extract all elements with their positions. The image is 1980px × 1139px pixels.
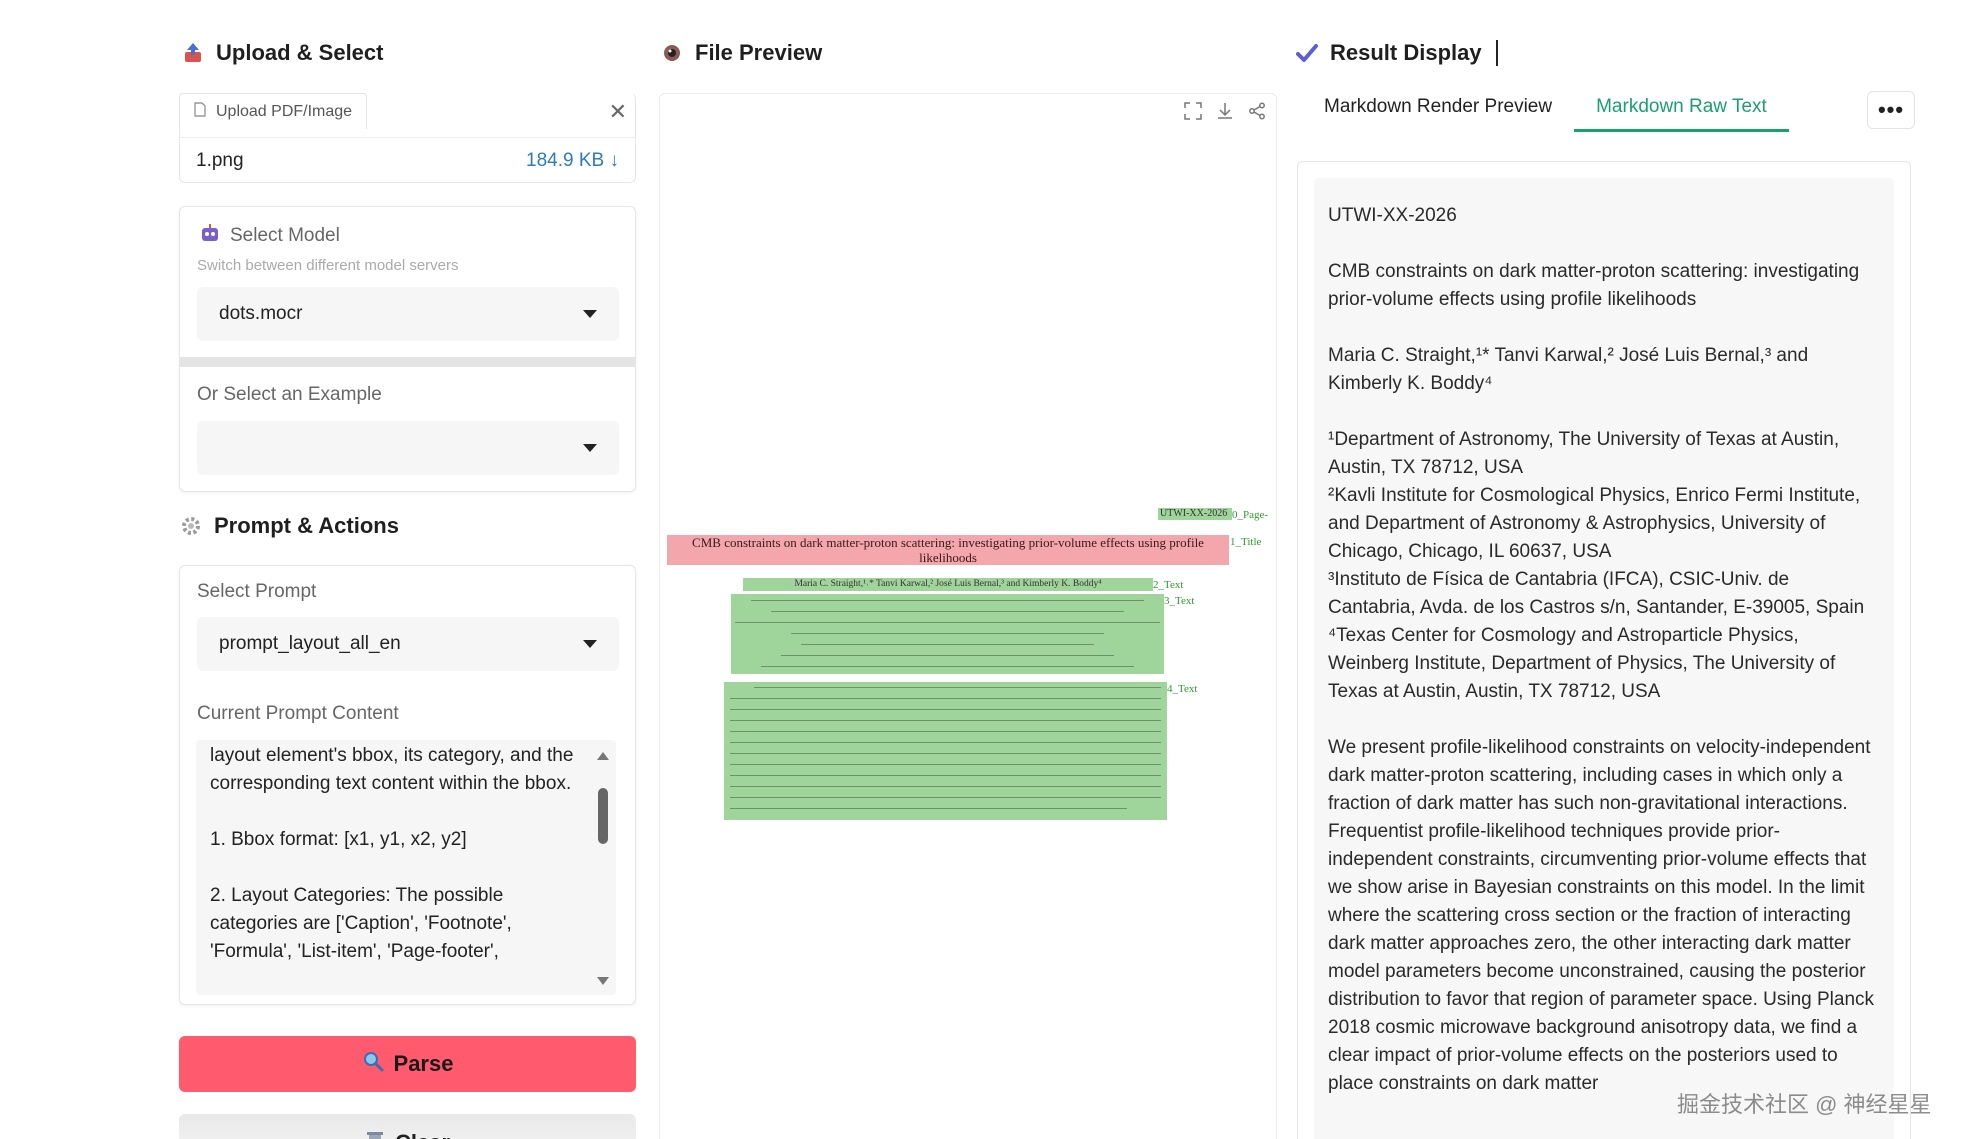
result-affiliation-3: ³Instituto de Física de Cantabria (IFCA)… [1328, 569, 1865, 618]
result-section-title: Result Display [1296, 40, 1498, 66]
layout-box-title-text: CMB constraints on dark matter-proton sc… [692, 535, 1204, 565]
file-name: 1.png [196, 149, 244, 171]
chevron-down-icon [583, 444, 597, 452]
result-title: CMB constraints on dark matter-proton sc… [1328, 261, 1860, 310]
select-model-label: Select Model [230, 224, 340, 246]
upload-section-title: Upload & Select [182, 40, 383, 66]
preview-section-title: File Preview [661, 40, 822, 66]
robot-icon [200, 223, 220, 248]
upload-tab[interactable]: Upload PDF/Image [179, 93, 368, 129]
layout-box-affiliations [731, 594, 1164, 674]
scroll-down-icon[interactable] [597, 977, 609, 985]
layout-box-page-header-text: UTWI-XX-2026 [1160, 508, 1228, 519]
result-authors: Maria C. Straight,¹* Tanvi Karwal,² José… [1328, 345, 1809, 394]
prompt-section-title: Prompt & Actions [180, 513, 399, 539]
model-card: Select Model Switch between different mo… [179, 206, 636, 492]
result-panel: UTWI-XX-2026 CMB constraints on dark mat… [1297, 161, 1911, 1139]
text-cursor [1495, 40, 1498, 66]
checkmark-icon [1296, 42, 1318, 64]
parse-button-label: Parse [393, 1051, 454, 1076]
watermark: 掘金技术社区 @ 神经星星 [1677, 1092, 1932, 1117]
prompt-content-label: Current Prompt Content [197, 703, 399, 724]
more-options-button[interactable]: ••• [1867, 91, 1915, 129]
prompt-section-title-text: Prompt & Actions [214, 513, 399, 538]
file-icon [194, 101, 206, 122]
divider [180, 357, 635, 367]
example-dropdown[interactable] [197, 421, 619, 475]
layout-box-authors: Maria C. Straight,¹˒* Tanvi Karwal,² Jos… [743, 578, 1153, 591]
scroll-up-icon[interactable] [597, 752, 609, 760]
markdown-raw-text-area[interactable]: UTWI-XX-2026 CMB constraints on dark mat… [1314, 178, 1894, 1139]
uploaded-file-row[interactable]: 1.png 184.9 KB ↓ [180, 137, 635, 183]
layout-box-page-header: UTWI-XX-2026 [1158, 508, 1232, 520]
layout-box-authors-text: Maria C. Straight,¹˒* Tanvi Karwal,² Jos… [794, 579, 1102, 589]
result-tabs: Markdown Render Preview Markdown Raw Tex… [1302, 90, 1789, 132]
layout-label-abstract: 4_Text [1167, 683, 1198, 695]
result-section-title-text: Result Display [1330, 40, 1482, 65]
chevron-down-icon [583, 310, 597, 318]
share-icon[interactable] [1246, 100, 1268, 122]
example-label: Or Select an Example [197, 384, 382, 405]
close-icon[interactable]: ✕ [609, 99, 627, 125]
tab-markdown-render-preview[interactable]: Markdown Render Preview [1302, 90, 1574, 132]
chevron-down-icon [583, 640, 597, 648]
upload-section-title-text: Upload & Select [216, 40, 384, 65]
prompt-content-textarea[interactable]: layout element's bbox, its category, and… [196, 740, 616, 995]
select-prompt-label: Select Prompt [197, 581, 317, 602]
clear-button[interactable]: Clear [179, 1114, 636, 1139]
layout-box-title: CMB constraints on dark matter-proton sc… [667, 535, 1229, 565]
preview-toolbar [1182, 100, 1268, 122]
upload-tab-label: Upload PDF/Image [216, 102, 353, 120]
prompt-dropdown[interactable]: prompt_layout_all_en [197, 617, 619, 671]
layout-label-authors: 2_Text [1153, 579, 1184, 591]
layout-label-page: 0_Page- [1232, 509, 1269, 521]
upload-icon [182, 42, 204, 64]
result-affiliation-1: ¹Department of Astronomy, The University… [1328, 429, 1840, 478]
result-abstract: We present profile-likelihood constraint… [1328, 737, 1875, 1094]
eye-icon [661, 42, 683, 64]
layout-label-affiliations: 3_Text [1164, 595, 1195, 607]
scroll-thumb[interactable] [598, 788, 608, 844]
download-icon[interactable] [1214, 100, 1236, 122]
parse-button[interactable]: Parse [179, 1036, 636, 1092]
preview-section-title-text: File Preview [695, 40, 823, 65]
prompt-content-text: layout element's bbox, its category, and… [210, 745, 574, 962]
clear-button-label: Clear [395, 1130, 450, 1139]
gear-icon [180, 515, 202, 537]
tab-markdown-raw-text[interactable]: Markdown Raw Text [1574, 90, 1789, 132]
layout-label-title: 1_Title [1230, 536, 1262, 548]
prompt-scrollbar[interactable] [596, 740, 610, 995]
result-affiliation-2: ²Kavli Institute for Cosmological Physic… [1328, 485, 1861, 562]
result-affiliation-4: ⁴Texas Center for Cosmology and Astropar… [1328, 625, 1836, 702]
layout-box-abstract [724, 682, 1167, 820]
model-dropdown[interactable]: dots.mocr [197, 287, 619, 341]
trash-icon [365, 1130, 385, 1139]
file-size-download-link[interactable]: 184.9 KB ↓ [526, 150, 619, 172]
model-dropdown-value: dots.mocr [219, 303, 303, 324]
select-model-hint: Switch between different model servers [197, 257, 459, 274]
result-page-header: UTWI-XX-2026 [1328, 205, 1457, 226]
fullscreen-icon[interactable] [1182, 100, 1204, 122]
magnifier-icon [362, 1050, 384, 1078]
prompt-dropdown-value: prompt_layout_all_en [219, 633, 401, 654]
